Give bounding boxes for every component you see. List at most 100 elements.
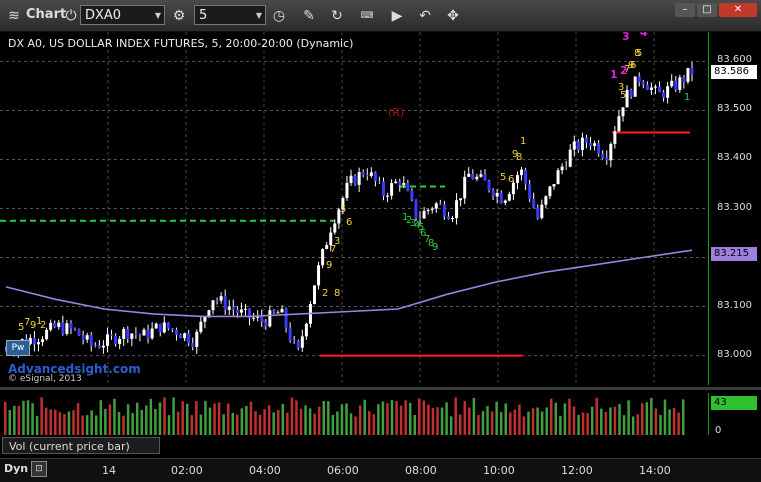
volume-study-label[interactable]: Vol (current price bar) bbox=[2, 437, 160, 454]
volume-chart[interactable] bbox=[0, 393, 708, 435]
candle-body bbox=[150, 328, 154, 339]
volume-bar bbox=[454, 397, 457, 435]
price-chart[interactable]: 5 7 9 1235678925 6891357956812345678913 41 2 bbox=[0, 32, 708, 385]
candle-body bbox=[284, 308, 288, 328]
candle-body bbox=[154, 323, 158, 329]
candle-body bbox=[670, 80, 674, 87]
volume-bar bbox=[372, 414, 376, 435]
pw-icon[interactable]: Pw bbox=[6, 340, 30, 356]
x-tick-label: 10:00 bbox=[483, 464, 515, 477]
dyn-label[interactable]: Dyn bbox=[4, 462, 28, 475]
volume-bar bbox=[76, 403, 80, 435]
candle-body bbox=[617, 116, 621, 132]
volume-bar bbox=[190, 415, 194, 435]
volume-bar bbox=[413, 415, 416, 435]
candle-body bbox=[321, 249, 325, 266]
candle-body bbox=[272, 310, 276, 313]
play-icon[interactable]: ▶ bbox=[388, 7, 406, 25]
chevron-down-icon[interactable]: ▼ bbox=[256, 6, 262, 26]
setup-count-label: 7 bbox=[330, 244, 336, 255]
volume-bar bbox=[281, 403, 285, 435]
volume-bar bbox=[286, 412, 289, 435]
volume-bar bbox=[345, 403, 348, 435]
x-tick-label: 02:00 bbox=[171, 464, 203, 477]
volume-bar bbox=[600, 408, 603, 435]
refresh-icon[interactable]: ↻ bbox=[328, 7, 346, 25]
candle-body bbox=[540, 204, 544, 219]
pencil-icon[interactable]: ✎ bbox=[300, 7, 318, 25]
volume-bar bbox=[563, 403, 567, 435]
volume-bar bbox=[63, 414, 66, 435]
interval-input[interactable]: 5 ▼ bbox=[194, 5, 266, 25]
candle-body bbox=[292, 340, 296, 342]
close-button[interactable]: ✕ bbox=[719, 3, 757, 17]
volume-bar bbox=[331, 415, 335, 435]
arrow-back-icon[interactable]: ↶ bbox=[416, 7, 434, 25]
candle-body bbox=[394, 181, 398, 184]
volume-bar bbox=[581, 412, 585, 435]
volume-bar bbox=[604, 412, 608, 435]
candle-body bbox=[53, 322, 57, 328]
minimize-button[interactable]: – bbox=[675, 3, 695, 17]
candle-body bbox=[386, 195, 390, 197]
candle-body bbox=[584, 137, 588, 143]
volume-bar bbox=[336, 411, 339, 435]
volume-bar bbox=[650, 397, 653, 435]
candle-body bbox=[402, 183, 406, 185]
pane-separator[interactable] bbox=[0, 387, 761, 390]
candle-body bbox=[483, 174, 487, 181]
move-icon[interactable]: ✥ bbox=[444, 7, 462, 25]
chart-lines-icon[interactable]: ≋ bbox=[5, 7, 23, 25]
volume-bar bbox=[622, 415, 626, 435]
interval-value: 5 bbox=[199, 8, 208, 23]
maximize-button[interactable]: □ bbox=[697, 3, 717, 17]
candle-body bbox=[572, 141, 576, 150]
volume-bar bbox=[509, 412, 512, 435]
candle-body bbox=[686, 68, 690, 82]
candle-body bbox=[280, 308, 284, 313]
candle-body bbox=[442, 204, 446, 217]
candle-body bbox=[515, 175, 519, 183]
price-axis[interactable]: 83.60083.50083.40083.30083.20083.10083.0… bbox=[708, 32, 761, 385]
setup-count-label: 5 bbox=[500, 172, 506, 183]
volume-bar bbox=[44, 407, 48, 435]
volume-bar bbox=[204, 400, 207, 435]
volume-bar bbox=[486, 406, 489, 435]
volume-bar bbox=[668, 409, 671, 435]
symbol-input[interactable]: DXA0 ▼ bbox=[80, 5, 165, 25]
volume-bar bbox=[377, 404, 380, 435]
zoom-icon[interactable]: ⊡ bbox=[31, 461, 47, 477]
candle-body bbox=[373, 172, 377, 182]
volume-bar bbox=[459, 414, 462, 435]
volume-bar bbox=[254, 411, 257, 435]
volume-bar bbox=[85, 415, 89, 435]
copyright: © eSignal, 2013 bbox=[8, 374, 82, 384]
volume-bar bbox=[540, 411, 544, 435]
volume-bar bbox=[258, 414, 262, 435]
power-icon[interactable]: ⏻ bbox=[62, 7, 80, 25]
candle-body bbox=[459, 198, 463, 201]
candle-body bbox=[495, 192, 499, 197]
volume-bar bbox=[613, 406, 617, 435]
candle-body bbox=[97, 345, 101, 348]
volume-bar bbox=[631, 416, 635, 435]
setup-count-label: 1 bbox=[520, 136, 526, 147]
gear-icon[interactable]: ⚙ bbox=[170, 7, 188, 25]
candle-body bbox=[162, 322, 166, 333]
volume-bar bbox=[104, 408, 107, 435]
setup-count-label: 9 bbox=[512, 149, 518, 160]
volume-bar bbox=[322, 400, 325, 435]
volume-bar bbox=[381, 401, 385, 435]
candle-body bbox=[101, 345, 105, 348]
volume-bar bbox=[58, 412, 62, 435]
clock-icon[interactable]: ◷ bbox=[270, 7, 288, 25]
candle-body bbox=[345, 182, 349, 199]
volume-bar bbox=[408, 402, 412, 435]
candle-body bbox=[89, 335, 93, 346]
chart-title: DX A0, US DOLLAR INDEX FUTURES, 5, 20:00… bbox=[8, 37, 354, 50]
keyboard-icon[interactable]: ⌨ bbox=[358, 7, 376, 25]
setup-count-label: 5 bbox=[340, 204, 346, 215]
candle-body bbox=[317, 265, 321, 286]
volume-bar bbox=[527, 411, 530, 435]
chevron-down-icon[interactable]: ▼ bbox=[155, 6, 161, 26]
